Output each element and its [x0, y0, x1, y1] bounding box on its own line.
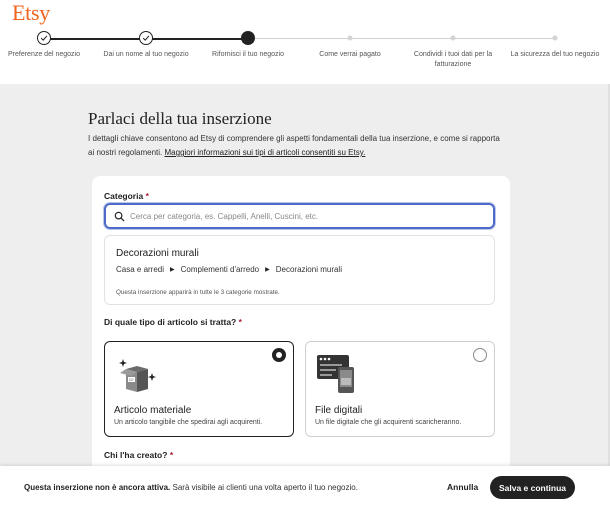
category-label-text: Categoria — [104, 191, 144, 201]
save-and-continue-button[interactable]: Salva e continua — [490, 476, 575, 499]
category-note: Questa inserzione apparirà in tutte le 3… — [116, 289, 280, 296]
top-header: Etsy Preferenze del negozio Dai un nome … — [0, 0, 610, 84]
step-6-label: La sicurezza del tuo negozio — [510, 51, 600, 58]
step-6-dot — [552, 35, 558, 41]
breadcrumb-item: Decorazioni murali — [275, 265, 342, 274]
creator-required-mark: * — [169, 450, 174, 460]
notice-bold: Questa inserzione non è ancora attiva. — [24, 483, 171, 492]
step-4-label: Come verrai pagato — [319, 51, 381, 58]
step-2-check-icon — [139, 31, 153, 45]
category-required-mark: * — [145, 191, 149, 201]
search-icon — [114, 211, 125, 222]
step-4-dot — [347, 35, 353, 41]
step-5-label: Condividi i tuoi dati per la fatturazion… — [413, 51, 493, 68]
step-2-label: Dai un nome al tuo negozio — [103, 51, 189, 58]
cancel-button[interactable]: Annulla — [447, 482, 478, 492]
step-1-check-icon — [37, 31, 51, 45]
category-search-box[interactable] — [104, 203, 495, 229]
page-title: Parlaci della tua inserzione — [88, 109, 272, 128]
selected-category-title: Decorazioni murali — [116, 248, 199, 259]
physical-item-title: Articolo materiale — [114, 405, 192, 416]
inactive-listing-notice: Questa inserzione non è ancora attiva. S… — [24, 483, 358, 492]
notice-rest: Sarà visibile ai clienti una volta apert… — [172, 483, 358, 492]
breadcrumb-item: Complementi d'arredo — [180, 265, 260, 274]
category-search-input[interactable] — [130, 211, 470, 221]
category-label: Categoria * — [104, 191, 149, 201]
creator-label: Chi l'ha creato? * — [104, 450, 173, 460]
step-5-dot — [450, 35, 456, 41]
item-type-label: Di quale tipo di articolo si tratta? * — [104, 317, 242, 327]
page-description: I dettagli chiave consentono ad Etsy di … — [88, 132, 508, 160]
step-1-label: Preferenze del negozio — [8, 51, 80, 58]
breadcrumb-item: Casa e arredi — [116, 265, 165, 274]
category-breadcrumb: Casa e arredi ▶ Complementi d'arredo ▶ D… — [116, 265, 342, 274]
digital-files-option[interactable]: File digitali Un file digitale che gli a… — [305, 341, 495, 437]
etsy-logo[interactable]: Etsy — [12, 0, 50, 26]
digital-files-desc: Un file digitale che gli acquirenti scar… — [315, 419, 462, 426]
physical-item-desc: Un articolo tangibile che spedirai agli … — [114, 419, 263, 426]
item-type-required-mark: * — [238, 317, 242, 327]
step-3-label: Rifornisci il tuo negozio — [212, 51, 284, 58]
bottom-action-bar: Questa inserzione non è ancora attiva. S… — [0, 466, 610, 506]
listing-details-card: Categoria * Decorazioni murali Casa e ar… — [92, 176, 510, 466]
digital-files-title: File digitali — [315, 405, 363, 416]
creator-label-text: Chi l'ha creato? — [104, 450, 168, 460]
main-content: Parlaci della tua inserzione I dettagli … — [0, 84, 610, 466]
radio-unselected[interactable] — [473, 348, 487, 362]
step-3-current-dot — [241, 31, 255, 45]
caret-right-icon: ▶ — [265, 267, 270, 273]
allowed-items-link[interactable]: Maggiori informazioni sui tipi di artico… — [165, 148, 366, 157]
physical-item-option[interactable]: Articolo materiale Un articolo tangibile… — [104, 341, 294, 437]
radio-selected[interactable] — [272, 348, 286, 362]
digital-files-icon — [317, 355, 354, 393]
package-icon — [119, 359, 156, 392]
item-type-label-text: Di quale tipo di articolo si tratta? — [104, 317, 237, 327]
selected-category-box[interactable]: Decorazioni murali Casa e arredi ▶ Compl… — [104, 235, 495, 305]
caret-right-icon: ▶ — [170, 267, 175, 273]
